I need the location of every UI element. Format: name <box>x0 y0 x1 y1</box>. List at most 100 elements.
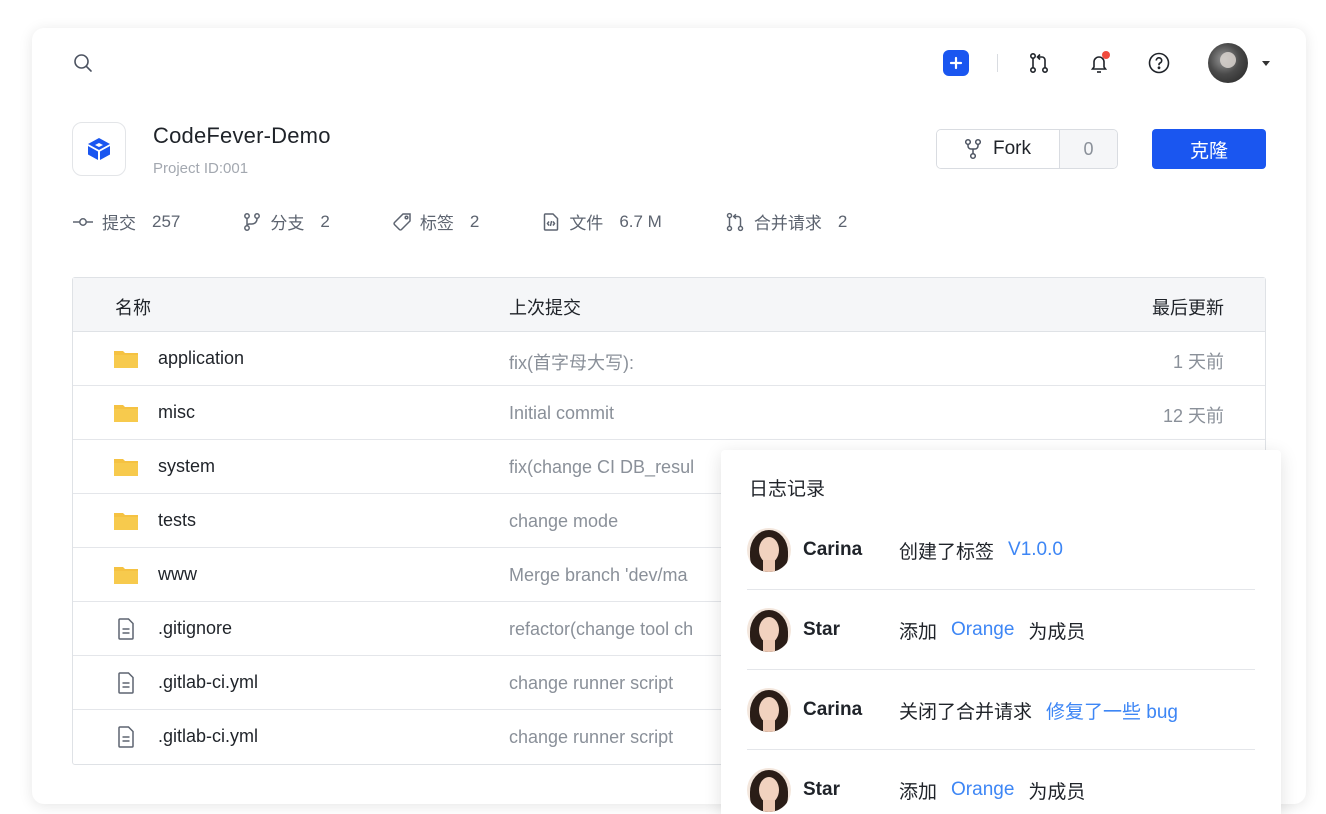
merge-request-icon <box>1029 52 1049 73</box>
last-commit[interactable]: Merge branch 'dev/ma <box>509 565 724 586</box>
fork-icon <box>964 138 982 160</box>
chevron-down-icon[interactable] <box>1262 60 1270 66</box>
last-commit[interactable]: fix(首字母大写): <box>509 349 724 375</box>
activity-item: Carina 创建了标签 V1.0.0 <box>747 510 1255 590</box>
stat-value: 257 <box>152 211 181 231</box>
codefever-logo-icon <box>88 138 110 160</box>
file-name[interactable]: tests <box>158 510 196 531</box>
activity-action: 关闭了合并请求 <box>899 701 1033 723</box>
toolbar-divider <box>997 54 998 72</box>
file-icon <box>118 726 134 748</box>
help-icon <box>1148 52 1170 74</box>
stat-label: 标签 <box>419 214 454 233</box>
activity-user[interactable]: Star <box>803 779 881 801</box>
create-button[interactable] <box>943 50 969 76</box>
file-icon <box>118 672 134 694</box>
folder-icon <box>114 351 138 368</box>
folder-icon <box>114 567 138 584</box>
last-commit[interactable]: change runner script <box>509 673 724 694</box>
stat-merge-requests[interactable]: 合并请求 2 <box>724 209 847 234</box>
plus-icon <box>949 56 963 70</box>
stat-files[interactable]: 文件 6.7 M <box>541 209 662 234</box>
stat-label: 文件 <box>569 214 604 233</box>
fork-group: Fork 0 <box>936 129 1118 169</box>
last-commit[interactable]: fix(change CI DB_resul <box>509 457 724 478</box>
file-name[interactable]: www <box>158 564 197 585</box>
file-name[interactable]: application <box>158 348 244 369</box>
fork-count[interactable]: 0 <box>1059 130 1117 168</box>
fork-button[interactable]: Fork <box>937 130 1059 168</box>
help-button[interactable] <box>1146 50 1172 76</box>
last-commit[interactable]: Initial commit <box>509 403 724 424</box>
table-row[interactable]: application fix(首字母大写): 1 天前 <box>73 332 1265 386</box>
activity-user[interactable]: Star <box>803 619 881 641</box>
activity-link[interactable]: V1.0.0 <box>1008 539 1063 561</box>
clone-button[interactable]: 克隆 <box>1152 129 1266 169</box>
stat-label: 分支 <box>270 214 305 233</box>
activity-link[interactable]: Orange <box>951 619 1014 641</box>
stat-branches[interactable]: 分支 2 <box>242 209 330 234</box>
avatar <box>747 688 791 732</box>
avatar <box>747 768 791 812</box>
activity-action: 创建了标签 <box>899 541 995 563</box>
notification-dot <box>1102 51 1110 59</box>
last-updated: 12 天前 <box>1162 406 1224 426</box>
stat-commits[interactable]: 提交 257 <box>72 209 180 234</box>
folder-icon <box>114 459 138 476</box>
activity-link[interactable]: Orange <box>951 779 1014 801</box>
last-updated: 1 天前 <box>1172 352 1224 372</box>
file-code-icon <box>544 212 559 231</box>
search-icon[interactable] <box>72 52 94 74</box>
activity-user[interactable]: Carina <box>803 699 881 721</box>
activity-user[interactable]: Carina <box>803 539 881 561</box>
column-header-updated: 最后更新 <box>1152 298 1224 318</box>
project-id: Project ID:001 <box>153 160 249 177</box>
stat-label: 合并请求 <box>753 214 822 233</box>
commit-icon <box>73 217 93 226</box>
merge-request-icon <box>726 212 744 231</box>
file-name[interactable]: .gitignore <box>158 618 232 639</box>
stat-label: 提交 <box>102 214 136 233</box>
folder-icon <box>114 405 138 422</box>
fork-label: Fork <box>993 138 1031 159</box>
activity-link[interactable]: 修复了一些 bug <box>1046 697 1178 724</box>
topbar-actions <box>943 43 1270 83</box>
avatar <box>747 608 791 652</box>
activity-suffix: 为成员 <box>1028 781 1086 803</box>
activity-log-title: 日志记录 <box>749 479 826 500</box>
project-stats: 提交 257 分支 2 标签 2 文件 6.7 M 合并请求 2 <box>72 209 909 234</box>
tag-icon <box>393 212 411 231</box>
file-icon <box>118 618 134 640</box>
file-name[interactable]: .gitlab-ci.yml <box>158 672 258 693</box>
stat-value: 2 <box>469 211 480 231</box>
activity-action: 添加 <box>899 621 938 643</box>
stat-value: 6.7 M <box>619 211 662 231</box>
stat-tags[interactable]: 标签 2 <box>392 209 479 234</box>
activity-log-panel: 日志记录 Carina 创建了标签 V1.0.0 Star 添加 Orange … <box>721 450 1281 814</box>
activity-suffix: 为成员 <box>1028 621 1086 643</box>
last-commit[interactable]: change runner script <box>509 727 724 748</box>
avatar <box>747 528 791 572</box>
file-name[interactable]: system <box>158 456 215 477</box>
last-commit[interactable]: change mode <box>509 511 724 532</box>
file-name[interactable]: .gitlab-ci.yml <box>158 726 258 747</box>
stat-value: 2 <box>837 211 848 231</box>
activity-item: Star 添加 Orange 为成员 <box>747 750 1255 814</box>
merge-requests-button[interactable] <box>1026 50 1052 76</box>
project-logo <box>72 122 126 176</box>
branch-icon <box>244 212 261 231</box>
column-header-name: 名称 <box>115 298 151 318</box>
project-name: CodeFever-Demo <box>153 123 331 148</box>
user-avatar[interactable] <box>1208 43 1248 83</box>
folder-icon <box>114 513 138 530</box>
last-commit[interactable]: refactor(change tool ch <box>509 619 724 640</box>
table-header: 名称 上次提交 最后更新 <box>73 278 1265 332</box>
activity-item: Star 添加 Orange 为成员 <box>747 590 1255 670</box>
table-row[interactable]: misc Initial commit 12 天前 <box>73 386 1265 440</box>
activity-item: Carina 关闭了合并请求 修复了一些 bug <box>747 670 1255 750</box>
stat-value: 2 <box>320 211 330 231</box>
activity-action: 添加 <box>899 781 938 803</box>
notifications-button[interactable] <box>1086 50 1112 76</box>
column-header-commit: 上次提交 <box>509 298 581 318</box>
file-name[interactable]: misc <box>158 402 195 423</box>
